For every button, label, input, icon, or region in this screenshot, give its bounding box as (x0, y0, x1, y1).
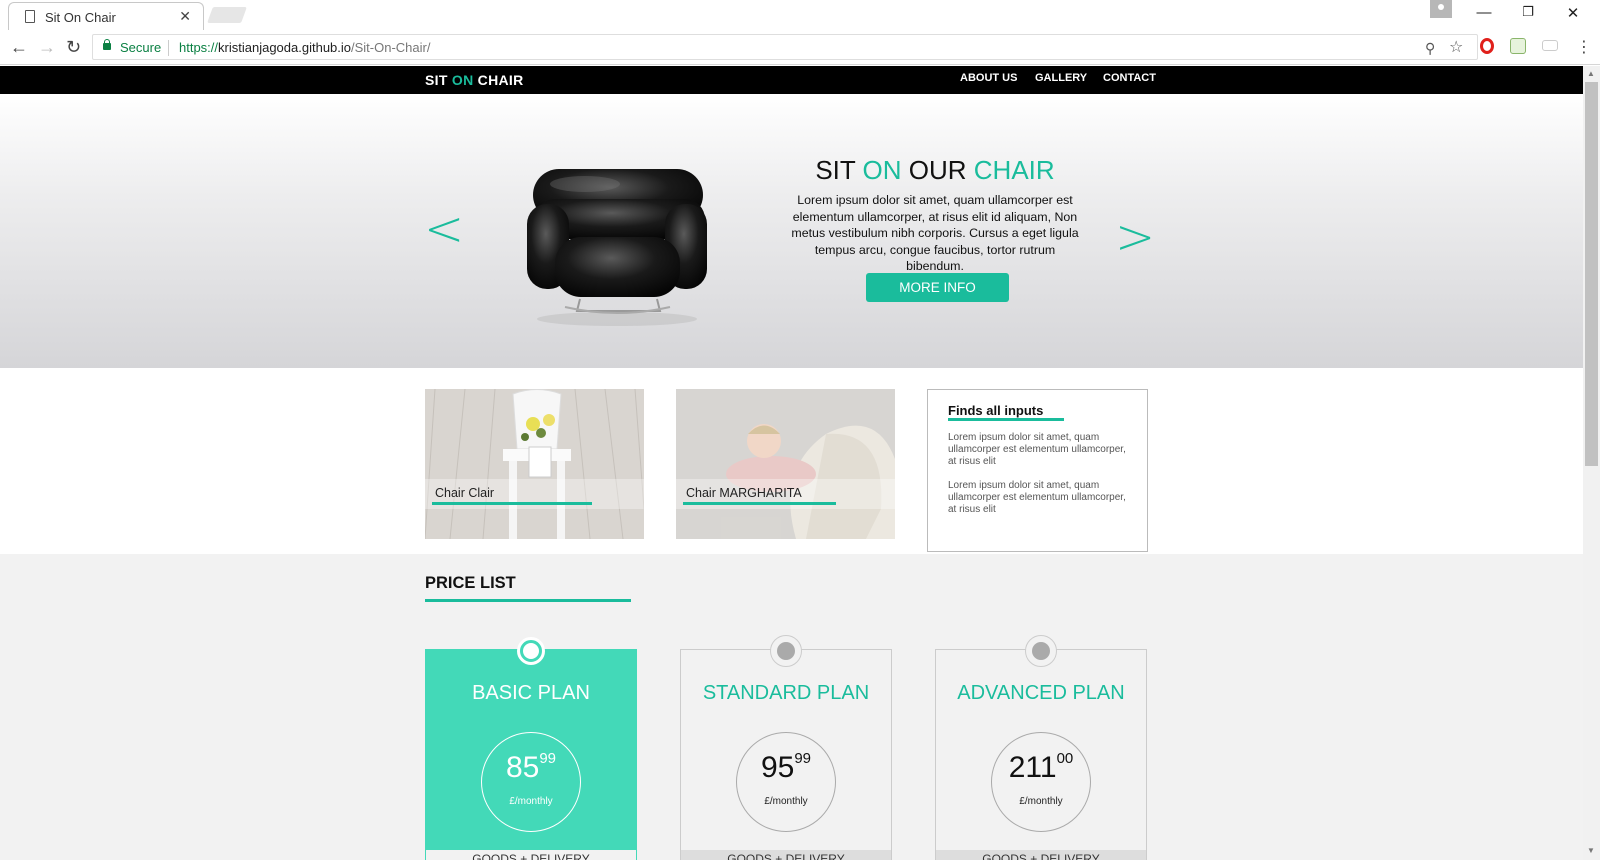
back-icon[interactable]: ← (10, 37, 28, 58)
card-underline (683, 502, 836, 505)
hero-title: SIT ON OUR CHAIR (770, 155, 1100, 186)
page-viewport: SIT ON CHAIR ABOUT US GALLERY CONTACT < … (0, 66, 1583, 860)
hero-title-chair: CHAIR (973, 155, 1055, 185)
site-navbar: SIT ON CHAIR ABOUT US GALLERY CONTACT (0, 66, 1583, 94)
lock-icon (103, 39, 111, 50)
plan-card-standard[interactable]: STANDARD PLAN 9599 £/monthly GOODS + DEL… (680, 635, 892, 860)
url-text[interactable]: https://kristianjagoda.github.io/Sit-On-… (179, 40, 430, 55)
scroll-down-icon[interactable]: ▼ (1587, 846, 1595, 855)
info-box-underline (948, 418, 1064, 421)
price-whole: 95 (760, 751, 795, 784)
price-list-heading: PRICE LIST (425, 574, 516, 592)
hero-title-our: OUR (901, 155, 974, 185)
zoom-icon[interactable]: ⚲ (1425, 40, 1435, 57)
plan-footer: GOODS + DELIVERY (681, 850, 891, 860)
logo-part2: CHAIR (473, 72, 524, 88)
chair-margharita-image (676, 389, 895, 539)
url-host: kristianjagoda.github.io (218, 40, 352, 55)
price-cents: 99 (539, 750, 557, 767)
price-whole: 211 (1008, 751, 1057, 784)
price-cents: 00 (1056, 750, 1074, 767)
card-title: Chair Clair (435, 486, 495, 500)
plan-name: BASIC PLAN (472, 682, 590, 704)
page-scrollbar[interactable]: ▲ ▼ (1583, 66, 1600, 860)
site-logo[interactable]: SIT ON CHAIR (425, 72, 524, 88)
bookmark-star-icon[interactable]: ☆ (1449, 37, 1463, 57)
armchair-image (527, 169, 707, 326)
price-circle: 9599 £/monthly (736, 732, 836, 832)
hero-description: Lorem ipsum dolor sit amet, quam ullamco… (791, 193, 1079, 273)
plan-price: 21100 (992, 750, 1090, 785)
chair-clair-image (425, 389, 644, 539)
address-bar[interactable]: Secure https://kristianjagoda.github.io/… (92, 34, 1478, 60)
plan-radio-indicator[interactable] (517, 637, 545, 665)
menu-kebab-icon[interactable]: ⋮ (1576, 37, 1592, 57)
info-box-paragraph: Lorem ipsum dolor sit amet, quam ullamco… (948, 480, 1126, 515)
sheets-extension-icon[interactable] (1510, 38, 1526, 54)
card-underline (432, 502, 592, 505)
browser-tab[interactable]: Sit On Chair ✕ (8, 2, 204, 30)
cast-extension-icon[interactable] (1542, 40, 1558, 51)
forward-icon[interactable]: → (38, 37, 56, 58)
price-list-underline (425, 599, 631, 602)
plan-radio-indicator[interactable] (770, 635, 802, 667)
logo-accent: ON (451, 72, 474, 88)
reload-icon[interactable]: ↻ (66, 37, 81, 58)
price-period: £/monthly (509, 796, 553, 807)
hero-slider: < SIT ON OUR CHAIR Lorem ipsum dolor sit… (0, 94, 1583, 368)
plan-name: ADVANCED PLAN (957, 682, 1125, 704)
price-cents: 99 (794, 750, 812, 767)
plan-price: 9599 (737, 750, 835, 785)
plan-radio-indicator[interactable] (1025, 635, 1057, 667)
slider-prev-arrow[interactable]: < (424, 201, 464, 257)
url-path: /Sit-On-Chair/ (351, 40, 431, 55)
new-tab-button[interactable] (207, 7, 247, 23)
price-period: £/monthly (764, 796, 808, 807)
info-box-title: Finds all inputs (948, 403, 1044, 418)
price-period: £/monthly (1019, 796, 1063, 807)
nav-gallery[interactable]: GALLERY (1035, 72, 1087, 84)
slider-next-arrow[interactable]: > (1115, 209, 1155, 265)
tab-title: Sit On Chair (45, 10, 116, 25)
more-info-button[interactable]: MORE INFO (866, 273, 1009, 302)
card-label-bar: Chair MARGHARITA (676, 479, 895, 509)
browser-tab-bar: Sit On Chair ✕ — ❐ ✕ (0, 0, 1600, 30)
product-card-margharita[interactable]: Chair MARGHARITA (676, 389, 895, 539)
logo-part1: SIT (425, 72, 452, 88)
product-card-clair[interactable]: Chair Clair (425, 389, 644, 539)
plan-footer: GOODS + DELIVERY (426, 850, 636, 860)
plan-name: STANDARD PLAN (702, 682, 870, 704)
price-circle: 8599 £/monthly (481, 732, 581, 832)
card-title: Chair MARGHARITA (686, 486, 802, 500)
restore-icon[interactable]: ❐ (1518, 4, 1538, 20)
scroll-up-icon[interactable]: ▲ (1587, 69, 1595, 78)
nav-contact[interactable]: CONTACT (1103, 72, 1156, 84)
opera-extension-icon[interactable] (1480, 38, 1494, 54)
secure-label: Secure (120, 40, 162, 55)
url-scheme: https:// (179, 40, 219, 55)
window-close-icon[interactable]: ✕ (1563, 4, 1583, 22)
profile-icon[interactable] (1430, 0, 1452, 18)
card-label-bar: Chair Clair (425, 479, 644, 509)
price-whole: 85 (505, 751, 540, 784)
price-circle: 21100 £/monthly (991, 732, 1091, 832)
hero-title-sit: SIT (815, 155, 863, 185)
plan-card-basic[interactable]: BASIC PLAN 8599 £/monthly GOODS + DELIVE… (425, 637, 637, 860)
divider (168, 40, 169, 56)
page-icon (25, 10, 35, 23)
minimize-icon[interactable]: — (1474, 4, 1494, 21)
info-box: Finds all inputs Lorem ipsum dolor sit a… (927, 389, 1148, 552)
price-list-section: PRICE LIST BASIC PLAN 8599 £/monthly GOO… (0, 554, 1583, 860)
plan-price: 8599 (482, 750, 580, 785)
plan-card-advanced[interactable]: ADVANCED PLAN 21100 £/monthly GOODS + DE… (935, 635, 1147, 860)
scroll-thumb[interactable] (1585, 82, 1598, 466)
browser-toolbar: ← → ↻ Secure https://kristianjagoda.gith… (0, 30, 1600, 65)
info-box-paragraph: Lorem ipsum dolor sit amet, quam ullamco… (948, 432, 1126, 467)
hero-title-on: ON (862, 155, 902, 185)
tab-close-icon[interactable]: ✕ (179, 8, 191, 25)
plan-footer: GOODS + DELIVERY (936, 850, 1146, 860)
nav-about-us[interactable]: ABOUT US (960, 72, 1017, 84)
